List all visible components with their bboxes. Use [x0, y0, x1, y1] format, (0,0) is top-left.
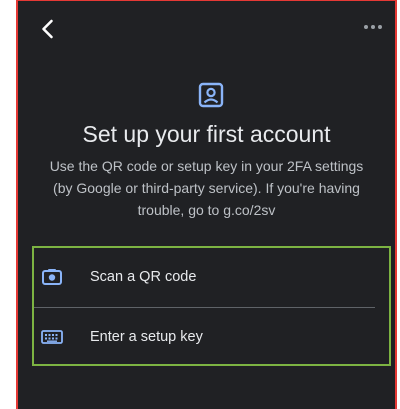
back-button[interactable]: [36, 17, 60, 41]
keyboard-icon: [41, 330, 63, 344]
app-screen: Set up your first account Use the QR cod…: [16, 0, 397, 409]
enter-setup-key-option[interactable]: Enter a setup key: [34, 308, 389, 366]
account-box-icon: [198, 82, 224, 108]
page-title: Set up your first account: [82, 121, 331, 147]
setup-options: Scan a QR code Enter a setup key: [32, 246, 391, 366]
scan-qr-code-label: Scan a QR code: [90, 269, 197, 285]
enter-setup-key-label: Enter a setup key: [90, 329, 203, 345]
scan-qr-code-option[interactable]: Scan a QR code: [34, 248, 389, 306]
setup-instructions: Use the QR code or setup key in your 2FA…: [49, 158, 364, 218]
more-options-button[interactable]: [363, 23, 383, 31]
camera-icon: [42, 269, 62, 285]
